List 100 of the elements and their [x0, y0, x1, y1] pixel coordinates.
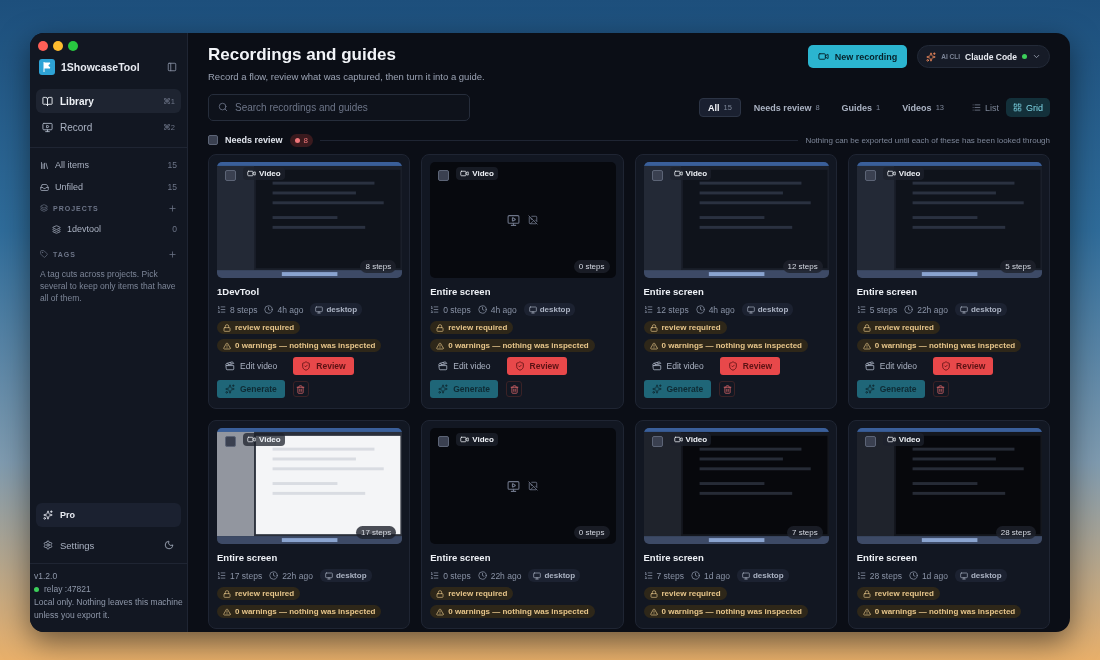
- sidebar-item[interactable]: Unfiled 15: [36, 176, 181, 198]
- item-count: 15: [167, 182, 177, 192]
- count-badge: 8: [289, 133, 313, 147]
- view-toggle[interactable]: List: [964, 98, 1006, 117]
- delete-button[interactable]: [719, 381, 736, 397]
- warning-icon: [436, 341, 445, 350]
- card-title: Entire screen: [430, 552, 492, 563]
- checkbox[interactable]: [225, 436, 236, 447]
- delete-button[interactable]: [932, 381, 949, 397]
- lock-icon: [649, 323, 658, 332]
- review-button[interactable]: Review: [293, 357, 354, 375]
- time-ago: 4h ago: [277, 304, 304, 315]
- close-button[interactable]: [38, 41, 48, 51]
- video-icon: [460, 435, 470, 444]
- edit-video-button[interactable]: Edit video: [217, 357, 286, 375]
- search-field[interactable]: Search recordings and guides: [208, 94, 470, 121]
- steps-badge: 0 steps: [573, 526, 610, 539]
- settings-icon: [43, 540, 53, 550]
- lock-icon: [223, 323, 231, 332]
- list-icon: [856, 305, 866, 314]
- warning-icon: [862, 341, 871, 350]
- steps-badge: 0 steps: [573, 260, 610, 273]
- checkbox[interactable]: [438, 170, 450, 181]
- lock-icon: [436, 323, 445, 332]
- sparkle-icon: [438, 384, 449, 394]
- media-tag: Video: [456, 433, 498, 446]
- checkbox[interactable]: [438, 436, 450, 447]
- media-tag: Video: [243, 433, 285, 446]
- sparkle-icon: [864, 384, 875, 394]
- layers-icon: [52, 224, 61, 234]
- source-tag: desktop: [736, 569, 789, 582]
- checkbox[interactable]: [864, 436, 876, 447]
- edit-video-button[interactable]: Edit video: [643, 357, 712, 375]
- minimize-button[interactable]: [53, 41, 63, 51]
- card-title: Entire screen: [430, 286, 492, 297]
- monitor-play-icon: [42, 121, 53, 133]
- checkbox[interactable]: [225, 170, 236, 181]
- item-label: 1devtool: [67, 224, 103, 234]
- monitor-icon: [746, 305, 755, 314]
- add-icon: [168, 203, 177, 213]
- warning-badge: 0 warnings — nothing was inspected: [217, 605, 382, 618]
- source-tag: desktop: [319, 569, 372, 582]
- time-ago: 4h ago: [490, 304, 517, 315]
- sidebar-toggle-icon[interactable]: [167, 62, 177, 72]
- review-button[interactable]: Review: [719, 357, 781, 375]
- version-label: v1.2.0: [34, 570, 59, 583]
- steps-badge: 5 steps: [1000, 260, 1036, 273]
- review-button[interactable]: Review: [506, 357, 567, 375]
- sidebar-item[interactable]: All items 15: [36, 154, 181, 176]
- new-recording-button[interactable]: New recording: [807, 45, 908, 68]
- media-tag: Video: [882, 167, 925, 180]
- step-count: 28 steps: [869, 570, 902, 581]
- delete-button[interactable]: [292, 381, 309, 397]
- source-tag: desktop: [954, 569, 1007, 582]
- warning-badge: 0 warnings — nothing was inspected: [856, 339, 1022, 352]
- logo-icon: [39, 59, 55, 75]
- review-button[interactable]: Review: [933, 357, 994, 375]
- monitor-icon: [324, 571, 333, 580]
- monitor-icon: [959, 571, 968, 580]
- warning-icon: [862, 607, 871, 616]
- edit-video-button[interactable]: Edit video: [430, 357, 499, 375]
- monitor-play-icon: [507, 479, 521, 493]
- app-name: 1ShowcaseTool: [61, 61, 141, 73]
- step-count: 8 steps: [230, 304, 258, 315]
- pro-item[interactable]: Pro: [36, 503, 181, 527]
- clock-icon: [264, 305, 274, 314]
- steps-badge: 7 steps: [786, 526, 823, 539]
- time-ago: 22h ago: [917, 304, 948, 315]
- sparkle-icon: [651, 384, 662, 394]
- status-badge: review required: [856, 587, 940, 600]
- layers-icon: [40, 204, 48, 212]
- time-ago: 1d ago: [703, 570, 730, 581]
- view-toggle[interactable]: Grid: [1006, 98, 1050, 117]
- step-count: 17 steps: [230, 570, 263, 581]
- search-icon: [218, 102, 228, 112]
- warning-icon: [223, 341, 231, 350]
- checkbox[interactable]: [208, 135, 218, 145]
- zoom-button[interactable]: [68, 41, 78, 51]
- project-item[interactable]: 1devtool 0: [36, 218, 181, 240]
- video-icon: [460, 169, 470, 178]
- status-badge: review required: [430, 587, 514, 600]
- edit-video-button[interactable]: Edit video: [856, 357, 926, 375]
- clapperboard-icon: [225, 361, 235, 371]
- steps-badge: 12 steps: [782, 260, 823, 273]
- status-dot: [34, 587, 39, 592]
- checkbox[interactable]: [864, 170, 876, 181]
- source-tag: desktop: [523, 303, 576, 316]
- checkbox[interactable]: [651, 436, 663, 447]
- settings-link[interactable]: Settings: [60, 539, 157, 551]
- clock-icon: [904, 305, 914, 314]
- status-badge: review required: [643, 587, 727, 600]
- status-badge: review required: [430, 321, 514, 334]
- delete-button[interactable]: [506, 381, 523, 397]
- warning-badge: 0 warnings — nothing was inspected: [643, 605, 808, 618]
- card-title: Entire screen: [856, 552, 918, 563]
- list-icon: [856, 571, 866, 580]
- checkbox[interactable]: [651, 170, 663, 181]
- inbox-icon: [40, 182, 49, 192]
- item-count: 0: [172, 224, 177, 234]
- warning-icon: [436, 607, 445, 616]
